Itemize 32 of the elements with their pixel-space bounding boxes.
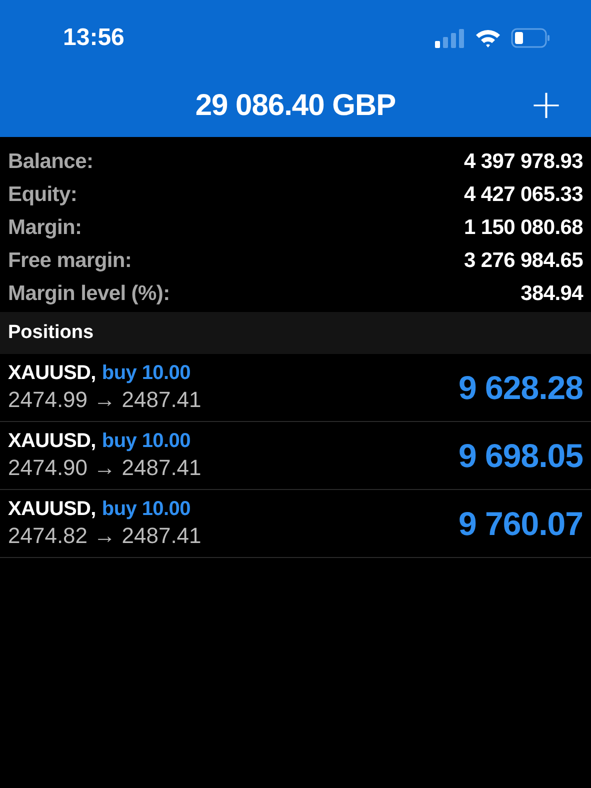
symbol-text: XAUUSD, [8,362,96,385]
signal-icon [435,28,465,48]
position-row[interactable]: XAUUSD, buy 10.00 2474.90 → 2487.41 9 698.05 [0,422,591,490]
summary-label: Equity: [8,182,78,206]
symbol-text: XAUUSD, [8,430,96,453]
summary-value: 4 427 065.33 [464,182,583,206]
position-row[interactable]: XAUUSD, buy 10.00 2474.99 → 2487.41 9 628.28 [0,354,591,422]
position-row[interactable]: XAUUSD, buy 10.00 2474.82 → 2487.41 9 760.07 [0,490,591,558]
summary-label: Margin level (%): [8,282,170,306]
trade-volume: buy 10.00 [102,430,190,453]
trade-volume: buy 10.00 [102,498,190,521]
status-time: 13:56 [63,24,124,52]
section-title: Positions [8,322,94,344]
summary-value: 4 397 978.93 [464,150,583,174]
profit-value: 9 760.07 [458,504,583,542]
price-range: 2474.99 → 2487.41 [8,387,202,413]
price-range: 2474.82 → 2487.41 [8,523,202,549]
summary-value: 1 150 080.68 [464,216,583,240]
symbol-text: XAUUSD, [8,498,96,521]
profit-value: 9 628.28 [458,368,583,406]
wifi-icon [475,28,501,48]
balance-title: 29 086.40 GBP [195,89,396,123]
battery-icon [511,28,551,48]
add-button[interactable]: + [525,85,567,125]
summary-value: 384.94 [520,282,583,306]
summary-label: Margin: [8,216,82,240]
profit-value: 9 698.05 [458,436,583,474]
price-range: 2474.90 → 2487.41 [8,455,202,481]
summary-value: 3 276 984.65 [464,248,583,272]
trade-volume: buy 10.00 [102,362,190,385]
summary-label: Balance: [8,150,94,174]
summary-label: Free margin: [8,248,132,272]
